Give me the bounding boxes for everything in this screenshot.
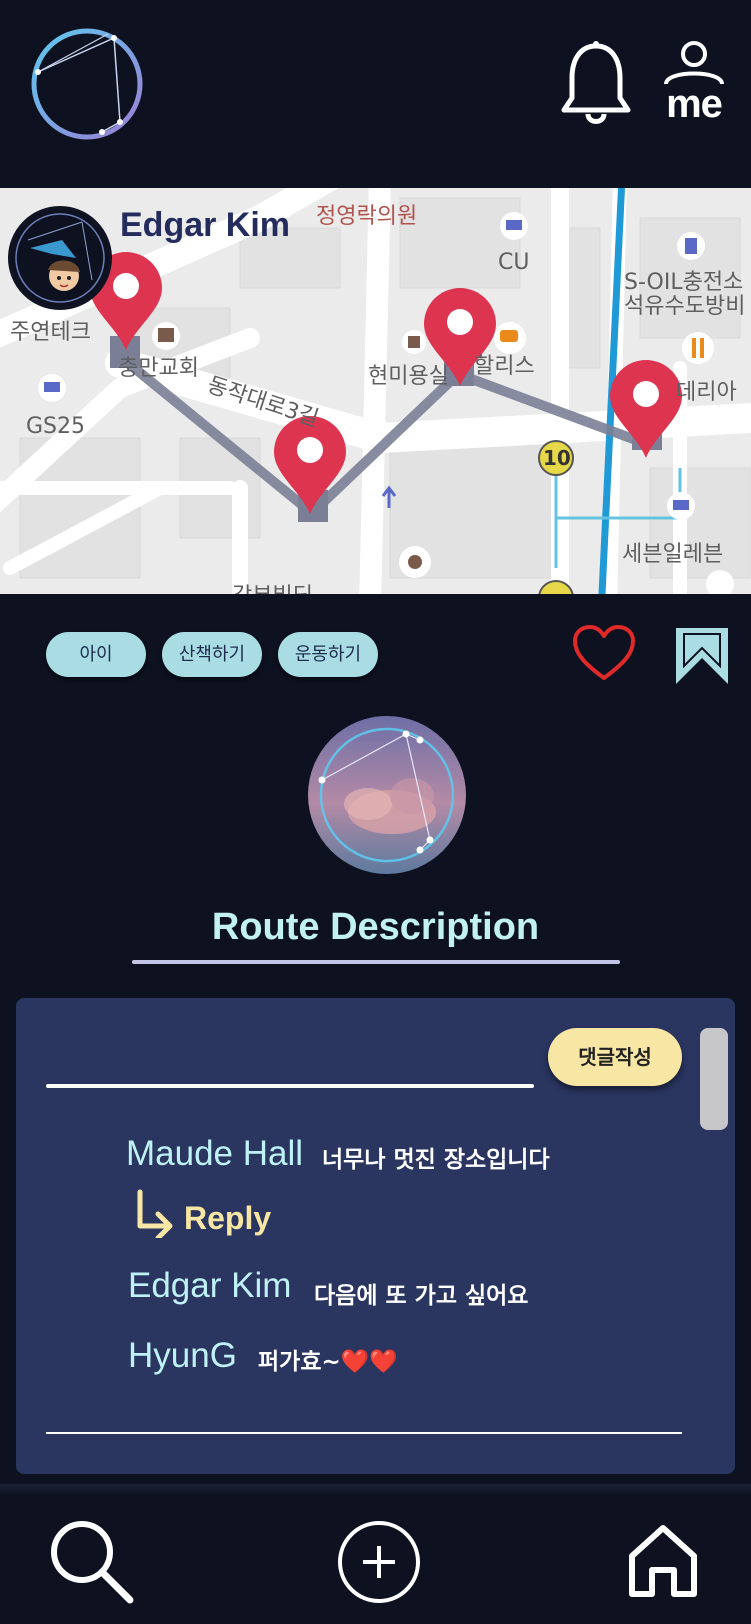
map-label: CU <box>498 250 530 275</box>
author-avatar[interactable] <box>8 206 112 310</box>
map-label: 갑부빌딩 <box>232 578 313 594</box>
map-label: 세븐일레븐 <box>622 542 724 567</box>
home-icon[interactable] <box>626 1522 700 1600</box>
map-label: 데리아 <box>676 380 737 405</box>
map-background <box>0 188 751 594</box>
comment-input[interactable] <box>46 1084 534 1088</box>
route-image <box>308 716 466 874</box>
search-icon[interactable] <box>46 1516 136 1606</box>
comment-scrollbar[interactable] <box>700 1028 728 1130</box>
author-name[interactable]: Edgar Kim <box>120 206 290 245</box>
add-circle-icon[interactable] <box>336 1518 422 1606</box>
map-label: 할리스 <box>474 354 535 379</box>
title-underline <box>132 960 620 964</box>
map-label: 정영락의원 <box>316 204 418 229</box>
route-map[interactable]: 정영락의원 CU S-OIL충전소 석유수도방비 주연테크 충만교회 현미용실 … <box>0 188 751 594</box>
cloud-constellation-image <box>308 716 466 874</box>
comment-text: 다음에 또 가고 싶어요 <box>314 1283 529 1309</box>
comment-text: 퍼가효~❤️❤️ <box>258 1349 399 1375</box>
map-label: 충만교회 <box>118 356 199 381</box>
map-label: 주연테크 <box>10 320 91 345</box>
bookmark-icon[interactable] <box>676 628 728 684</box>
comment-text: 너무나 멋진 장소입니다 <box>322 1147 550 1173</box>
tag-chip[interactable]: 아이 <box>46 632 146 677</box>
comment-author[interactable]: Edgar Kim <box>128 1266 291 1306</box>
app-header: me <box>0 0 751 188</box>
avatar-image <box>15 213 105 303</box>
map-label: 현미용실 <box>368 364 449 389</box>
map-label: 석유수도방비 <box>624 294 746 319</box>
comment-author[interactable]: HyunG <box>128 1336 237 1376</box>
route-description-title: Route Description <box>211 906 540 948</box>
comment-author[interactable]: Maude Hall <box>126 1134 303 1174</box>
heart-icon[interactable] <box>572 624 636 682</box>
reply-arrow-icon[interactable] <box>132 1188 176 1238</box>
map-label: 10 <box>543 446 571 470</box>
tag-chip[interactable]: 산책하기 <box>162 632 262 677</box>
map-label: GS25 <box>26 414 86 439</box>
reply-button[interactable]: Reply <box>184 1200 271 1237</box>
write-comment-button[interactable]: 댓글작성 <box>548 1028 682 1086</box>
comment-divider <box>46 1432 682 1434</box>
constellation-logo-icon[interactable] <box>28 26 146 142</box>
tag-chip[interactable]: 운동하기 <box>278 632 378 677</box>
bell-icon[interactable] <box>560 40 632 128</box>
profile-label[interactable]: me <box>656 82 732 127</box>
nav-divider <box>0 1484 751 1496</box>
